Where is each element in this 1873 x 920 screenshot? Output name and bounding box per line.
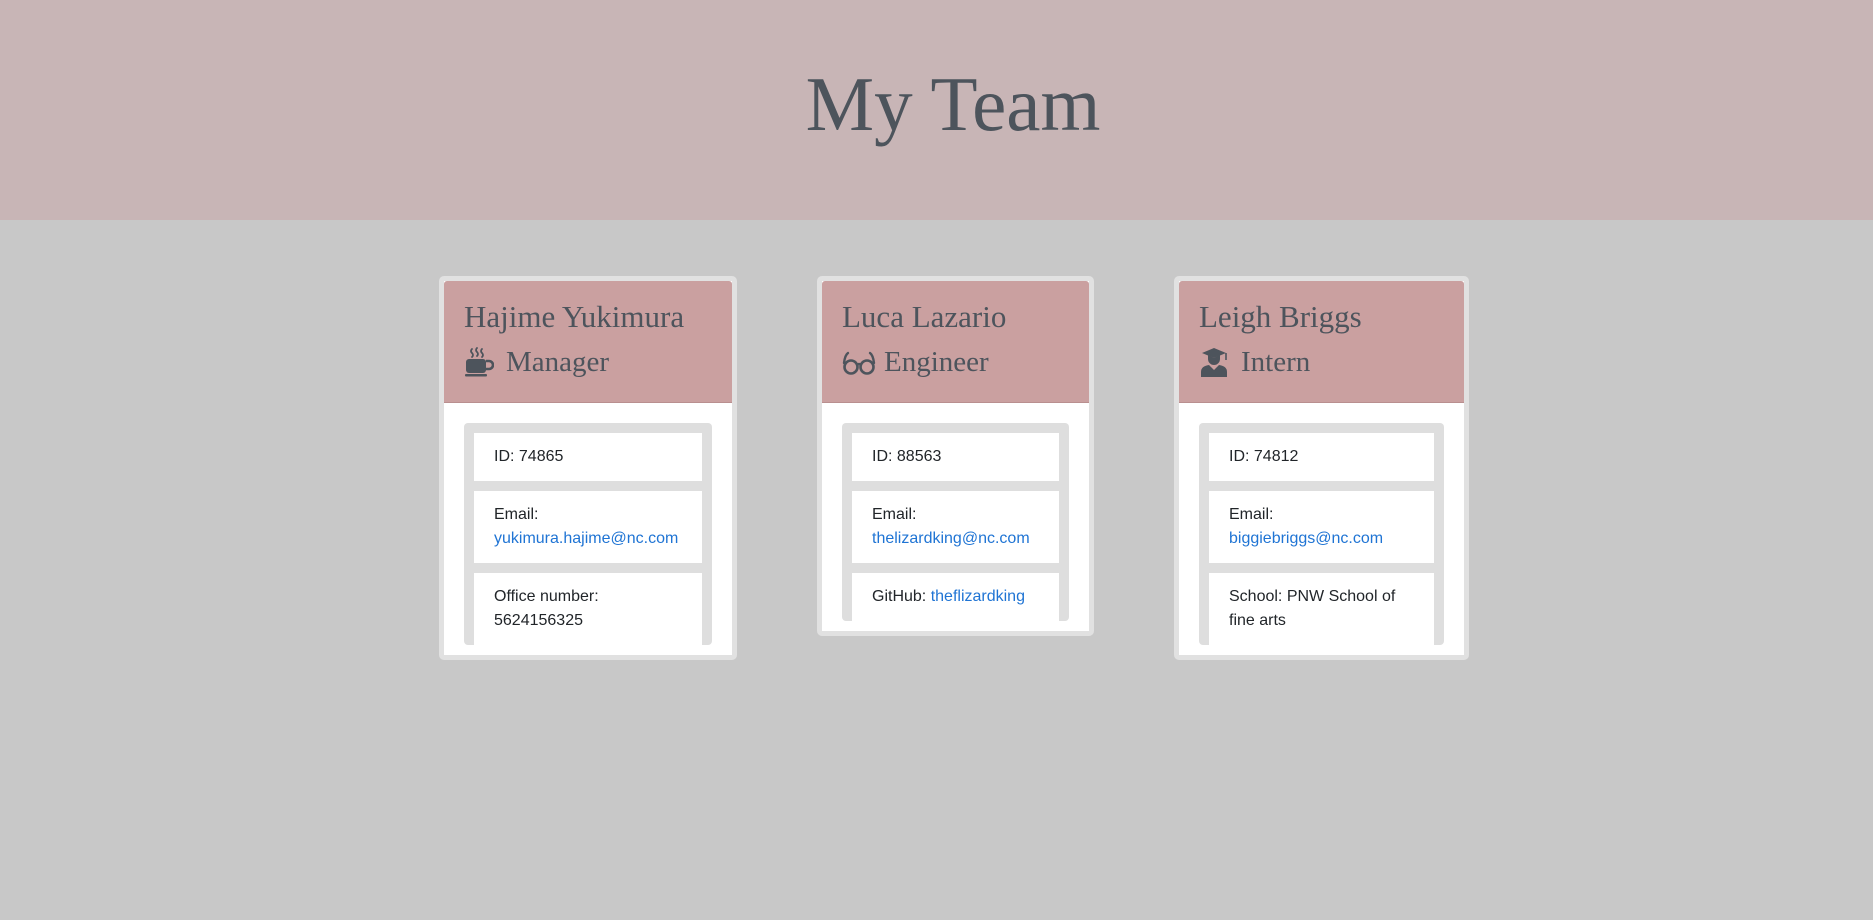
email-label: Email:: [872, 506, 917, 523]
header-banner: My Team: [0, 0, 1873, 220]
github-item: GitHub: theflizardking: [852, 573, 1059, 621]
glasses-icon: [842, 347, 876, 377]
employee-name: Luca Lazario: [842, 299, 1007, 334]
employee-card-manager: Hajime Yukimura Manager ID: 74865 Email:…: [439, 276, 737, 660]
email-link[interactable]: yukimura.hajime@nc.com: [494, 530, 678, 547]
github-label: GitHub:: [872, 588, 927, 605]
role-label: Intern: [1241, 346, 1311, 378]
graduate-icon: [1199, 347, 1233, 377]
employee-name: Hajime Yukimura: [464, 299, 685, 334]
email-link[interactable]: biggiebriggs@nc.com: [1229, 530, 1383, 547]
employee-card-intern: Leigh Briggs Intern ID: 74812 Email: big…: [1174, 276, 1469, 660]
id-item: ID: 74812: [1209, 433, 1434, 481]
info-list: ID: 88563 Email: thelizardking@nc.com Gi…: [842, 423, 1069, 621]
email-item: Email: yukimura.hajime@nc.com: [474, 491, 702, 563]
email-item: Email: thelizardking@nc.com: [852, 491, 1059, 563]
email-label: Email:: [494, 506, 539, 523]
role-label: Manager: [506, 346, 610, 378]
card-header: Leigh Briggs Intern: [1179, 281, 1464, 403]
page-title: My Team: [805, 61, 1101, 147]
email-item: Email: biggiebriggs@nc.com: [1209, 491, 1434, 563]
employee-role: Manager: [464, 343, 712, 381]
card-body: ID: 74865 Email: yukimura.hajime@nc.com …: [444, 403, 732, 645]
id-value: ID: 74865: [494, 448, 564, 465]
id-value: ID: 74812: [1229, 448, 1299, 465]
card-body: ID: 74812 Email: biggiebriggs@nc.com Sch…: [1179, 403, 1464, 645]
employee-card-engineer: Luca Lazario Engineer ID: 88563 Email: t…: [817, 276, 1094, 636]
github-link[interactable]: theflizardking: [931, 588, 1025, 605]
id-item: ID: 74865: [474, 433, 702, 481]
card-body: ID: 88563 Email: thelizardking@nc.com Gi…: [822, 403, 1089, 621]
info-list: ID: 74865 Email: yukimura.hajime@nc.com …: [464, 423, 712, 645]
email-link[interactable]: thelizardking@nc.com: [872, 530, 1030, 547]
school-item: School: PNW School of fine arts: [1209, 573, 1434, 645]
info-list: ID: 74812 Email: biggiebriggs@nc.com Sch…: [1199, 423, 1444, 645]
card-header: Luca Lazario Engineer: [822, 281, 1089, 403]
employee-role: Intern: [1199, 343, 1444, 381]
email-label: Email:: [1229, 506, 1274, 523]
card-header: Hajime Yukimura Manager: [444, 281, 732, 403]
school-value: School: PNW School of fine arts: [1229, 588, 1396, 629]
office-number-item: Office number: 5624156325: [474, 573, 702, 645]
mug-icon: [464, 347, 498, 377]
role-label: Engineer: [884, 346, 989, 378]
id-value: ID: 88563: [872, 448, 942, 465]
id-item: ID: 88563: [852, 433, 1059, 481]
employee-role: Engineer: [842, 343, 1069, 381]
employee-name: Leigh Briggs: [1199, 299, 1362, 334]
office-number-value: Office number: 5624156325: [494, 588, 599, 629]
